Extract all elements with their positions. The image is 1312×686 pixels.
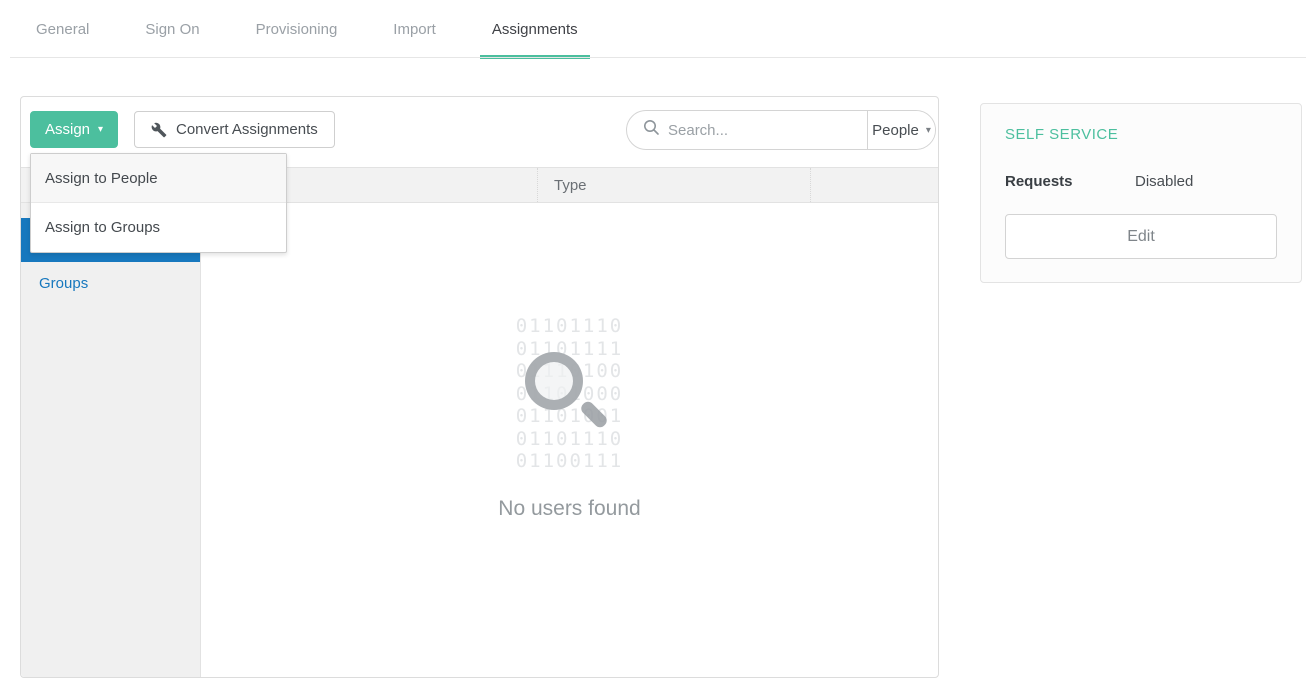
requests-label: Requests — [1005, 173, 1135, 190]
tab-import[interactable]: Import — [381, 0, 448, 58]
convert-assignments-button[interactable]: Convert Assignments — [134, 111, 335, 148]
search-scope-value: People — [872, 122, 919, 139]
convert-assignments-label: Convert Assignments — [176, 121, 318, 138]
app-tabbar: General Sign On Provisioning Import Assi… — [0, 0, 1312, 58]
empty-state-message: No users found — [201, 497, 938, 521]
assign-button-label: Assign — [45, 121, 90, 138]
assign-dropdown-menu: Assign to People Assign to Groups — [30, 153, 287, 253]
search-box — [627, 111, 867, 149]
filter-sidebar: Groups — [21, 203, 201, 677]
sidebar-item-groups[interactable]: Groups — [21, 262, 200, 306]
search-scope-dropdown[interactable]: People ▾ — [867, 111, 935, 149]
binary-row: 01100111 — [516, 450, 624, 473]
binary-row: 01101110 — [516, 428, 624, 451]
menu-item-assign-to-groups[interactable]: Assign to Groups — [31, 203, 286, 252]
requests-row: Requests Disabled — [1005, 173, 1277, 190]
binary-art: 01101110 01101111 01110100 01101000 0110… — [516, 315, 624, 473]
binary-row: 01101111 — [516, 338, 624, 361]
column-header-actions — [810, 168, 938, 202]
empty-state: 01101110 01101111 01110100 01101000 0110… — [201, 315, 938, 521]
binary-row: 01110100 — [516, 360, 624, 383]
wrench-icon — [151, 122, 167, 138]
assign-button[interactable]: Assign ▾ — [30, 111, 118, 148]
menu-item-assign-to-people[interactable]: Assign to People — [31, 154, 286, 203]
tabbar-divider — [10, 57, 1306, 58]
column-header-type: Type — [537, 168, 810, 202]
tab-assignments[interactable]: Assignments — [480, 0, 590, 58]
assignments-body: Groups 01101110 01101111 01110100 011010… — [21, 203, 938, 677]
tab-general[interactable]: General — [24, 0, 101, 58]
assignments-table-content: 01101110 01101111 01110100 01101000 0110… — [201, 203, 938, 677]
edit-button[interactable]: Edit — [1005, 214, 1277, 259]
self-service-title: SELF SERVICE — [1005, 126, 1277, 143]
binary-row: 01101000 — [516, 383, 624, 406]
self-service-panel: SELF SERVICE Requests Disabled Edit — [980, 103, 1302, 283]
requests-value: Disabled — [1135, 173, 1193, 190]
chevron-down-icon: ▾ — [98, 125, 103, 135]
search-filter-group: People ▾ — [626, 110, 936, 150]
binary-row: 01101110 — [516, 315, 624, 338]
tab-provisioning[interactable]: Provisioning — [244, 0, 350, 58]
search-input[interactable] — [668, 122, 867, 139]
search-icon — [643, 119, 660, 141]
binary-row: 01101001 — [516, 405, 624, 428]
tab-sign-on[interactable]: Sign On — [133, 0, 211, 58]
chevron-down-icon: ▾ — [926, 125, 931, 136]
